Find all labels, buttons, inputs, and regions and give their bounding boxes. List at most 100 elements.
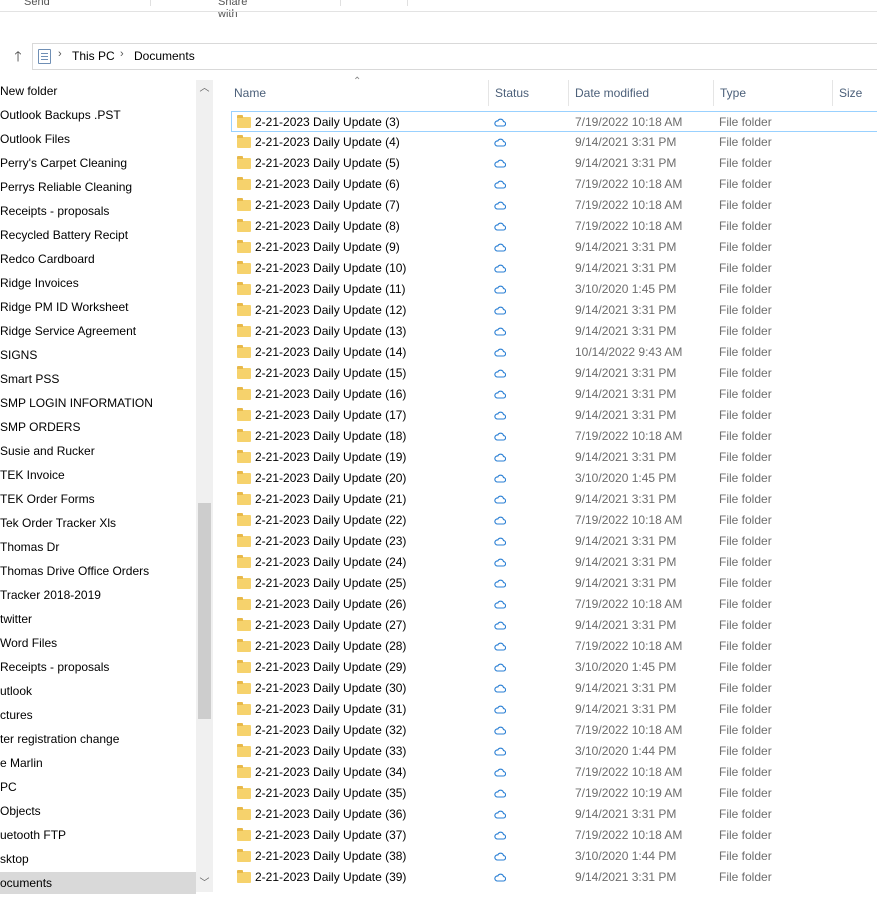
share-with-label[interactable]: Share with (218, 0, 247, 20)
column-header-size[interactable]: Size (839, 80, 862, 106)
file-row[interactable]: 2-21-2023 Daily Update (39) 9/14/2021 3:3… (232, 867, 877, 888)
file-row[interactable]: 2-21-2023 Daily Update (32) 7/19/2022 10:… (232, 720, 877, 741)
breadcrumb-documents[interactable]: Documents (134, 49, 195, 63)
nav-item[interactable]: Objects (0, 800, 41, 822)
chevron-right-icon[interactable]: › (58, 48, 62, 60)
nav-item[interactable]: Smart PSS (0, 368, 59, 390)
column-header-date-modified[interactable]: Date modified (575, 80, 649, 106)
nav-item[interactable]: ter registration change (0, 728, 119, 750)
file-name[interactable]: 2-21-2023 Daily Update (10) (255, 258, 406, 279)
file-row[interactable]: 2-21-2023 Daily Update (24) 9/14/2021 3:3… (232, 552, 877, 573)
file-row[interactable]: 2-21-2023 Daily Update (8) 7/19/2022 10:1… (232, 216, 877, 237)
column-header-status[interactable]: Status (495, 80, 529, 106)
file-row[interactable]: 2-21-2023 Daily Update (10) 9/14/2021 3:3… (232, 258, 877, 279)
breadcrumb-this-pc[interactable]: This PC (72, 49, 115, 63)
file-row[interactable]: 2-21-2023 Daily Update (33) 3/10/2020 1:4… (232, 741, 877, 762)
file-name[interactable]: 2-21-2023 Daily Update (38) (255, 846, 406, 867)
column-divider[interactable] (488, 80, 489, 106)
file-name[interactable]: 2-21-2023 Daily Update (27) (255, 615, 406, 636)
file-name[interactable]: 2-21-2023 Daily Update (30) (255, 678, 406, 699)
nav-item[interactable]: Perrys Reliable Cleaning (0, 176, 132, 198)
address-bar[interactable]: › This PC › Documents (32, 43, 877, 70)
nav-item[interactable]: SMP ORDERS (0, 416, 80, 438)
file-name[interactable]: 2-21-2023 Daily Update (32) (255, 720, 406, 741)
nav-item[interactable]: Outlook Files (0, 128, 70, 150)
nav-item[interactable]: SIGNS (0, 344, 37, 366)
file-name[interactable]: 2-21-2023 Daily Update (39) (255, 867, 406, 888)
nav-item[interactable]: ocuments (0, 872, 196, 894)
file-row[interactable]: 2-21-2023 Daily Update (12) 9/14/2021 3:3… (232, 300, 877, 321)
column-header-type[interactable]: Type (720, 80, 746, 106)
column-header-name[interactable]: Name (234, 80, 266, 106)
file-name[interactable]: 2-21-2023 Daily Update (18) (255, 426, 406, 447)
file-name[interactable]: 2-21-2023 Daily Update (33) (255, 741, 406, 762)
file-name[interactable]: 2-21-2023 Daily Update (3) (255, 112, 400, 133)
file-row[interactable]: 2-21-2023 Daily Update (28) 7/19/2022 10:… (232, 636, 877, 657)
file-row[interactable]: 2-21-2023 Daily Update (34) 7/19/2022 10:… (232, 762, 877, 783)
file-row[interactable]: 2-21-2023 Daily Update (16) 9/14/2021 3:3… (232, 384, 877, 405)
file-row[interactable]: 2-21-2023 Daily Update (23) 9/14/2021 3:3… (232, 531, 877, 552)
nav-item[interactable]: PC (0, 776, 17, 798)
column-divider[interactable] (568, 80, 569, 106)
nav-item[interactable]: sktop (0, 848, 29, 870)
file-name[interactable]: 2-21-2023 Daily Update (20) (255, 468, 406, 489)
file-name[interactable]: 2-21-2023 Daily Update (29) (255, 657, 406, 678)
nav-item[interactable]: Thomas Dr (0, 536, 59, 558)
column-divider[interactable] (832, 80, 833, 106)
file-row[interactable]: 2-21-2023 Daily Update (11) 3/10/2020 1:4… (232, 279, 877, 300)
file-name[interactable]: 2-21-2023 Daily Update (9) (255, 237, 400, 258)
file-name[interactable]: 2-21-2023 Daily Update (13) (255, 321, 406, 342)
file-name[interactable]: 2-21-2023 Daily Update (22) (255, 510, 406, 531)
nav-item[interactable]: Ridge Invoices (0, 272, 79, 294)
file-row[interactable]: 2-21-2023 Daily Update (35) 7/19/2022 10:… (232, 783, 877, 804)
file-row[interactable]: 2-21-2023 Daily Update (25) 9/14/2021 3:3… (232, 573, 877, 594)
file-name[interactable]: 2-21-2023 Daily Update (34) (255, 762, 406, 783)
file-row[interactable]: 2-21-2023 Daily Update (7) 7/19/2022 10:1… (232, 195, 877, 216)
file-row[interactable]: 2-21-2023 Daily Update (15) 9/14/2021 3:3… (232, 363, 877, 384)
file-name[interactable]: 2-21-2023 Daily Update (17) (255, 405, 406, 426)
file-row[interactable]: 2-21-2023 Daily Update (13) 9/14/2021 3:3… (232, 321, 877, 342)
file-name[interactable]: 2-21-2023 Daily Update (26) (255, 594, 406, 615)
nav-item[interactable]: uetooth FTP (0, 824, 66, 846)
file-row[interactable]: 2-21-2023 Daily Update (31) 9/14/2021 3:3… (232, 699, 877, 720)
nav-item[interactable]: Tek Order Tracker Xls (0, 512, 116, 534)
file-name[interactable]: 2-21-2023 Daily Update (25) (255, 573, 406, 594)
file-name[interactable]: 2-21-2023 Daily Update (19) (255, 447, 406, 468)
nav-item[interactable]: e Marlin (0, 752, 43, 774)
file-name[interactable]: 2-21-2023 Daily Update (15) (255, 363, 406, 384)
nav-item[interactable]: Ridge Service Agreement (0, 320, 136, 342)
file-row[interactable]: 2-21-2023 Daily Update (36) 9/14/2021 3:3… (232, 804, 877, 825)
file-row[interactable]: 2-21-2023 Daily Update (9) 9/14/2021 3:31… (232, 237, 877, 258)
nav-item[interactable]: New folder (0, 80, 57, 102)
nav-item[interactable]: Thomas Drive Office Orders (0, 560, 149, 582)
nav-item[interactable]: SMP LOGIN INFORMATION (0, 392, 153, 414)
nav-item[interactable]: TEK Order Forms (0, 488, 95, 510)
scroll-down-icon[interactable]: ﹀ (196, 875, 213, 892)
file-name[interactable]: 2-21-2023 Daily Update (23) (255, 531, 406, 552)
file-row[interactable]: 2-21-2023 Daily Update (17) 9/14/2021 3:3… (232, 405, 877, 426)
nav-item[interactable]: twitter (0, 608, 32, 630)
nav-item[interactable]: Tracker 2018-2019 (0, 584, 101, 606)
nav-item[interactable]: Susie and Rucker (0, 440, 95, 462)
send-label[interactable]: Send (24, 0, 50, 8)
file-name[interactable]: 2-21-2023 Daily Update (21) (255, 489, 406, 510)
nav-item[interactable]: Receipts - proposals (0, 656, 109, 678)
file-row[interactable]: 2-21-2023 Daily Update (6) 7/19/2022 10:1… (232, 174, 877, 195)
file-name[interactable]: 2-21-2023 Daily Update (6) (255, 174, 400, 195)
nav-pane-scrollbar[interactable]: ︿ ﹀ (196, 80, 213, 892)
nav-item[interactable]: utlook (0, 680, 32, 702)
file-name[interactable]: 2-21-2023 Daily Update (7) (255, 195, 400, 216)
file-row[interactable]: 2-21-2023 Daily Update (4) 9/14/2021 3:31… (232, 132, 877, 153)
file-row[interactable]: 2-21-2023 Daily Update (3) 7/19/2022 10:1… (231, 111, 877, 132)
file-name[interactable]: 2-21-2023 Daily Update (28) (255, 636, 406, 657)
nav-item[interactable]: Word Files (0, 632, 57, 654)
file-name[interactable]: 2-21-2023 Daily Update (5) (255, 153, 400, 174)
file-row[interactable]: 2-21-2023 Daily Update (26) 7/19/2022 10:… (232, 594, 877, 615)
file-name[interactable]: 2-21-2023 Daily Update (4) (255, 132, 400, 153)
file-name[interactable]: 2-21-2023 Daily Update (37) (255, 825, 406, 846)
file-row[interactable]: 2-21-2023 Daily Update (19) 9/14/2021 3:3… (232, 447, 877, 468)
file-row[interactable]: 2-21-2023 Daily Update (21) 9/14/2021 3:3… (232, 489, 877, 510)
file-name[interactable]: 2-21-2023 Daily Update (35) (255, 783, 406, 804)
scrollbar-thumb[interactable] (198, 503, 211, 719)
file-row[interactable]: 2-21-2023 Daily Update (30) 9/14/2021 3:3… (232, 678, 877, 699)
